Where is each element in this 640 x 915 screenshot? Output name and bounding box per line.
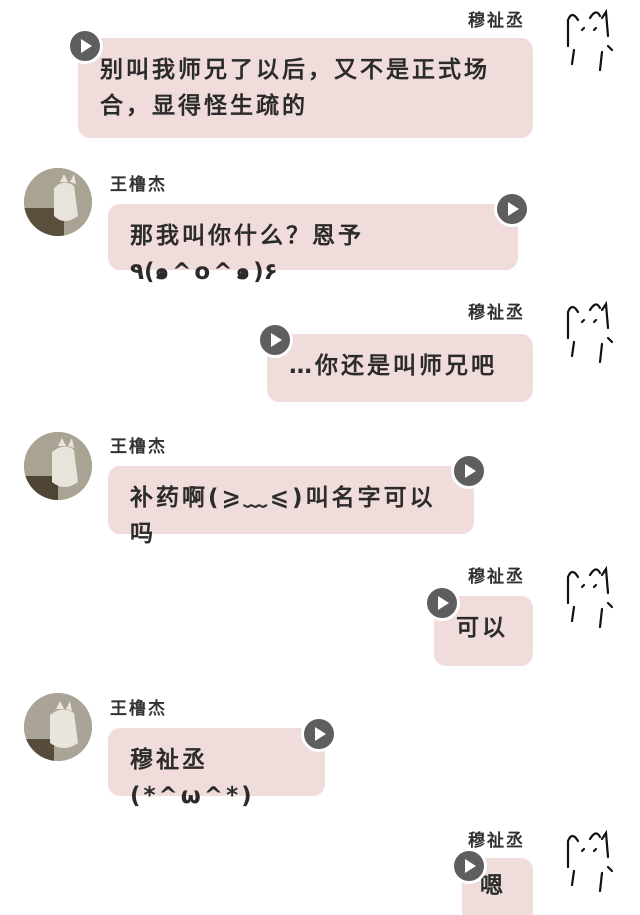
message-bubble[interactable]: 补药啊(⩾﹏⩽)叫名字可以吗	[108, 466, 474, 547]
voice-play-icon[interactable]	[451, 848, 487, 884]
message-text-line: 穆祉丞(*^ω^*)	[130, 747, 255, 809]
sender-name: 王橹杰	[110, 699, 167, 719]
sketch-cat-avatar-icon[interactable]	[560, 827, 622, 893]
message-text-line: 那我叫你什么？恩予٩(๑^o^๑)۶	[130, 223, 364, 285]
voice-play-icon[interactable]	[67, 28, 103, 64]
cat-photo-avatar-icon[interactable]	[24, 693, 92, 761]
message-bubble[interactable]: 穆祉丞(*^ω^*)	[108, 728, 325, 809]
sender-name: 穆祉丞	[468, 11, 525, 31]
sketch-cat-avatar-icon[interactable]	[560, 298, 622, 364]
voice-play-icon[interactable]	[301, 716, 337, 752]
sender-name: 王橹杰	[110, 437, 167, 457]
message-bubble[interactable]: 别叫我师兄了以后，又不是正式场 合，显得怪生疏的	[78, 38, 533, 138]
message-text-line: 别叫我师兄了以后，又不是正式场	[100, 57, 490, 83]
sender-name: 穆祉丞	[468, 831, 525, 851]
voice-play-icon[interactable]	[257, 322, 293, 358]
sender-name: 王橹杰	[110, 175, 167, 195]
message-bubble[interactable]: …你还是叫师兄吧	[267, 334, 533, 402]
sender-name: 穆祉丞	[468, 567, 525, 587]
message-text-line: …你还是叫师兄吧	[289, 353, 497, 379]
message-text-line: 可以	[456, 615, 508, 641]
voice-play-icon[interactable]	[451, 453, 487, 489]
cat-photo-avatar-icon[interactable]	[24, 432, 92, 500]
message-bubble[interactable]: 那我叫你什么？恩予٩(๑^o^๑)۶	[108, 204, 518, 285]
voice-play-icon[interactable]	[494, 191, 530, 227]
sketch-cat-avatar-icon[interactable]	[560, 6, 622, 72]
message-text-line: 补药啊(⩾﹏⩽)叫名字可以吗	[130, 485, 436, 547]
cat-photo-avatar-icon[interactable]	[24, 168, 92, 236]
message-text-line: 合，显得怪生疏的	[100, 93, 308, 119]
sketch-cat-avatar-icon[interactable]	[560, 563, 622, 629]
voice-play-icon[interactable]	[424, 585, 460, 621]
sender-name: 穆祉丞	[468, 303, 525, 323]
